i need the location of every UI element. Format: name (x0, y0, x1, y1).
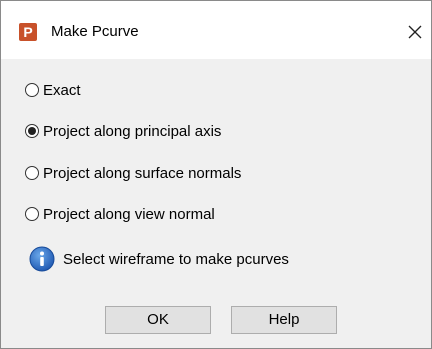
radio-label: Project along view normal (43, 205, 215, 223)
radio-label: Exact (43, 81, 81, 99)
radio-label: Project along principal axis (43, 122, 222, 140)
info-message: Select wireframe to make pcurves (63, 250, 289, 268)
radio-option-view-normal[interactable]: Project along view normal (25, 203, 215, 225)
radio-option-surface-normals[interactable]: Project along surface normals (25, 162, 241, 184)
radio-label: Project along surface normals (43, 164, 242, 182)
radio-button[interactable] (25, 83, 39, 97)
radio-button[interactable] (25, 166, 39, 180)
info-icon (29, 246, 55, 272)
make-pcurve-dialog: P Make Pcurve Exact Project along princi… (0, 0, 432, 349)
help-button[interactable]: Help (231, 306, 337, 334)
radio-button-selected[interactable] (25, 124, 39, 138)
radio-button[interactable] (25, 207, 39, 221)
title-bar[interactable]: P Make Pcurve (1, 1, 431, 59)
dialog-title: Make Pcurve (51, 23, 139, 40)
ok-button[interactable]: OK (105, 306, 211, 334)
info-message-row: Select wireframe to make pcurves (29, 245, 289, 273)
radio-option-exact[interactable]: Exact (25, 79, 81, 101)
close-icon (408, 25, 422, 39)
radio-option-principal-axis[interactable]: Project along principal axis (25, 120, 221, 142)
close-button[interactable] (399, 17, 431, 47)
app-logo-icon: P (19, 23, 37, 41)
